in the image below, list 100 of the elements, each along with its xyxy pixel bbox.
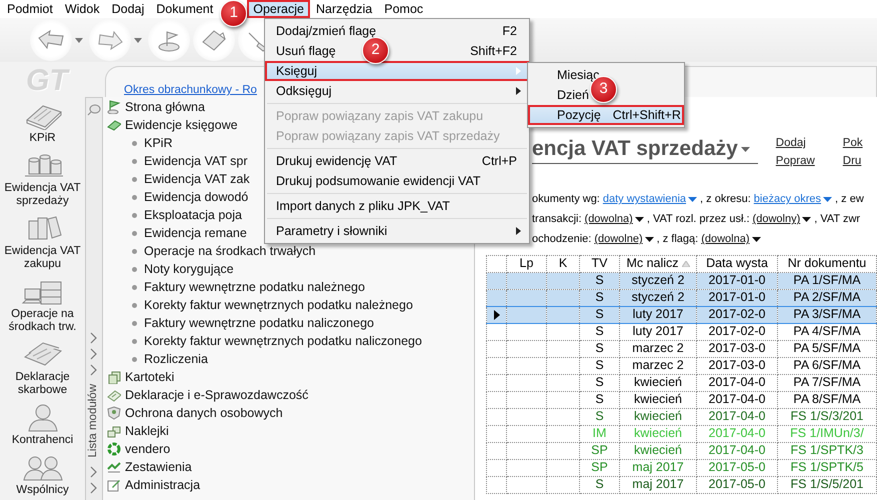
shortcut-label: Ctrl+Shift+R xyxy=(612,106,681,124)
chart-icon xyxy=(107,460,121,474)
table-cell: styczeń 2 xyxy=(620,272,696,289)
tree-item[interactable]: Zestawienia xyxy=(103,458,192,476)
tree-item[interactable]: Ewidencja dowodó xyxy=(103,188,248,206)
menu-bar-item[interactable]: Pomoc xyxy=(378,0,430,18)
column-header[interactable]: Lp xyxy=(506,255,546,272)
bullet-icon xyxy=(132,212,137,218)
tree-item[interactable]: vendero xyxy=(103,440,170,458)
filter-dropdown[interactable]: (dowolna) xyxy=(701,231,761,248)
menu-item[interactable]: Usuń flagę xyxy=(276,42,336,60)
sidebar-item[interactable]: Deklaracje skarbowe xyxy=(0,339,85,397)
tree-item[interactable]: Naklejki xyxy=(103,422,169,440)
toolbar-button[interactable] xyxy=(30,19,72,61)
chevron-icon[interactable] xyxy=(90,332,98,344)
column-header[interactable]: TV xyxy=(580,255,620,272)
sidebar-item[interactable]: Wspólnicy xyxy=(0,452,85,497)
tree-item[interactable]: Kartoteki xyxy=(103,368,174,386)
action-link[interactable]: Pok xyxy=(842,135,863,152)
tree-item[interactable]: Ewidencja remane xyxy=(103,224,247,242)
sidebar-item[interactable]: Operacje na środkach trw. xyxy=(0,276,85,334)
menu-bar-item[interactable]: Dodaj xyxy=(106,0,150,18)
sidebar-item[interactable]: Ewidencja VAT zakupu xyxy=(0,213,85,271)
tree-item[interactable]: Ochrona danych osobowych xyxy=(103,404,283,422)
folders-icon xyxy=(107,370,121,384)
tree-item[interactable]: Ewidencja VAT spr xyxy=(103,152,248,170)
menu-item[interactable]: Drukuj ewidencję VAT xyxy=(276,152,398,170)
view-title[interactable]: encja VAT sprzedaży xyxy=(532,135,758,164)
column-header[interactable]: Mc nalicz xyxy=(620,255,696,272)
table-cell: PA 5/SF/MA xyxy=(778,340,876,357)
action-link[interactable]: Popraw xyxy=(776,153,815,170)
sidebar-item[interactable]: KPiR xyxy=(0,100,85,145)
chevron-icon[interactable] xyxy=(90,348,98,360)
menu-bar-item[interactable]: Operacje xyxy=(247,0,310,18)
menu-bar-item[interactable]: Dokument xyxy=(150,0,220,18)
menu-bar-item[interactable]: Podmiot xyxy=(1,0,59,18)
tree-item[interactable]: Operacje na środkach trwałych xyxy=(103,242,316,260)
column-header[interactable]: Data wysta xyxy=(696,255,778,272)
table-cell: PA 6/SF/MA xyxy=(778,357,876,374)
sidebar-item[interactable]: Kontrahenci xyxy=(0,402,85,447)
filter-label: okumenty wg: xyxy=(532,192,600,208)
book-icon xyxy=(107,118,121,132)
toolbar-button[interactable] xyxy=(148,19,190,61)
tree-item[interactable]: Rozliczenia xyxy=(103,350,208,368)
tree-item[interactable]: Eksploatacja poja xyxy=(103,206,242,224)
table-cell: S xyxy=(580,306,620,323)
filter-dropdown[interactable]: (dowolne) xyxy=(594,231,654,248)
tree-item[interactable]: Administracja xyxy=(103,476,200,494)
tree-item[interactable]: Korekty faktur wewnętrznych podatku naliczonego xyxy=(103,332,422,350)
toolbar-button[interactable] xyxy=(193,19,235,61)
action-link[interactable]: Dru xyxy=(842,153,863,170)
menu-item[interactable]: Miesiąc xyxy=(557,66,600,84)
tree-item[interactable]: Strona główna xyxy=(103,98,205,116)
menu-item[interactable]: Pozycję Ctrl+Shift+R xyxy=(528,105,684,125)
caret-icon xyxy=(634,217,644,222)
tree-item[interactable]: Deklaracje i e-Sprawozdawczość xyxy=(103,386,308,404)
column-header[interactable]: K xyxy=(546,255,580,272)
table-cell: 2017-02-0 xyxy=(696,306,778,323)
tree-item[interactable]: Noty korygujące xyxy=(103,260,234,278)
menu-item[interactable]: Dzień xyxy=(557,86,589,104)
tree-item[interactable]: Faktury wewnętrzne podatku należnego xyxy=(103,278,365,296)
menu-item[interactable]: Księguj xyxy=(265,61,529,81)
bullet-icon xyxy=(132,302,137,308)
toolbar-button[interactable] xyxy=(89,19,131,61)
caret-icon[interactable] xyxy=(75,38,83,42)
caret-icon[interactable] xyxy=(134,38,142,42)
tree-item[interactable]: Korekty faktur wewnętrznych podatku należnego xyxy=(103,296,413,314)
filter-dropdown[interactable]: (dowolna) xyxy=(584,211,644,228)
tree-item[interactable]: Faktury wewnętrzne podatku naliczonego xyxy=(103,314,374,332)
filter-dropdown[interactable]: daty wystawienia xyxy=(602,191,698,208)
table-cell: 2017-01-0 xyxy=(696,272,778,289)
menu-item[interactable]: Odksięguj xyxy=(276,82,332,100)
filter-label: , VAT zwr xyxy=(814,212,860,228)
table-cell: 2017-03-0 xyxy=(696,357,778,374)
filter-label: , z ew xyxy=(835,192,864,208)
action-link[interactable]: Dodaj xyxy=(776,135,815,152)
table-cell: S xyxy=(580,323,620,340)
filter-label: ochodzenie: xyxy=(532,232,592,248)
menu-item[interactable]: Parametry i słowniki xyxy=(276,222,388,240)
table-cell: S xyxy=(580,391,620,408)
chevron-icon[interactable] xyxy=(90,482,98,494)
menu-item[interactable]: Drukuj podsumowanie ewidencji VAT xyxy=(276,172,480,190)
papers-icon xyxy=(107,388,121,402)
table-cell: S xyxy=(580,374,620,391)
chevron-icon[interactable] xyxy=(90,364,98,376)
sidebar-item[interactable]: Ewidencja VAT sprzedaży xyxy=(0,150,85,208)
table-cell: 2017-05-0 xyxy=(696,459,778,476)
chevron-icon[interactable] xyxy=(90,466,98,478)
filter-dropdown[interactable]: (dowolny) xyxy=(752,211,812,228)
filter-dropdown[interactable]: bieżacy okres xyxy=(754,191,832,208)
tree-item[interactable]: Ewidencje księgowe xyxy=(103,116,238,134)
table-cell: 2017-04-0 xyxy=(696,374,778,391)
tree-item[interactable]: KPiR xyxy=(103,134,172,152)
period-link[interactable]: Okres obrachunkowy - Ro xyxy=(124,84,257,96)
menu-bar-item[interactable]: Widok xyxy=(58,0,106,18)
menu-bar-item[interactable]: Narzędzia xyxy=(310,0,378,18)
table-cell: 2017-04-0 xyxy=(696,391,778,408)
menu-item[interactable]: Import danych z pliku JPK_VAT xyxy=(276,196,450,216)
tree-item[interactable]: Ewidencja VAT zak xyxy=(103,170,250,188)
column-header[interactable]: Nr dokumentu xyxy=(778,255,876,272)
